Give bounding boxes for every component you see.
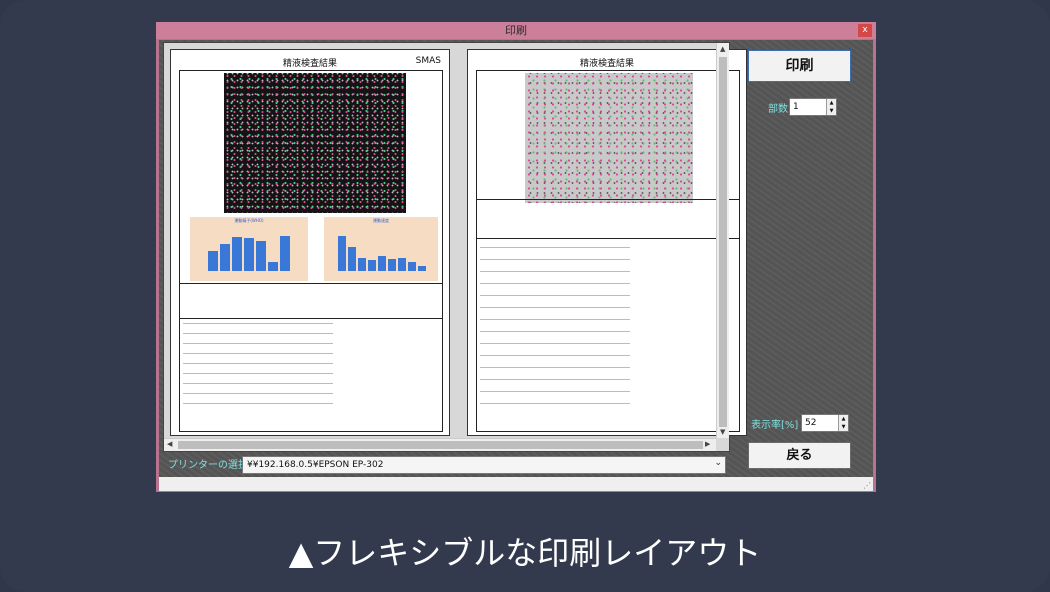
table-line: [480, 307, 630, 308]
info-table: [180, 283, 442, 319]
table-line: [183, 353, 333, 354]
copies-value: 1: [793, 102, 799, 112]
table-line: [183, 383, 333, 384]
chart-bar: [358, 258, 366, 271]
microscope-image: [224, 73, 406, 213]
table-line: [480, 355, 630, 356]
table-line: [480, 403, 630, 404]
close-button[interactable]: x: [858, 24, 872, 37]
chart-bar: [232, 237, 242, 271]
scroll-thumb[interactable]: [719, 57, 727, 427]
table-line: [183, 373, 333, 374]
title-bar: 印刷 x: [156, 22, 876, 39]
table-line: [480, 319, 630, 320]
scroll-left-icon[interactable]: ◀: [167, 440, 172, 448]
chart-bar: [220, 244, 230, 271]
chart-bar: [256, 241, 266, 271]
zoom-stepper[interactable]: 52 ▲ ▼: [801, 414, 849, 432]
scroll-down-icon[interactable]: ▼: [720, 428, 725, 436]
scroll-up-icon[interactable]: ▲: [720, 45, 725, 53]
chart-bar: [418, 266, 426, 271]
table-line: [183, 343, 333, 344]
printer-label: プリンターの選択: [168, 460, 248, 471]
chart-bar: [368, 260, 376, 271]
scroll-right-icon[interactable]: ▶: [705, 440, 710, 448]
preview-page-1: 精液検査結果 SMAS 運動精子(WHO) 運動速度: [170, 49, 450, 436]
back-button[interactable]: 戻る: [748, 442, 851, 469]
zoom-value: 52: [805, 418, 817, 428]
resize-grip-icon[interactable]: ⋰: [863, 481, 871, 490]
caption: ▲フレキシブルな印刷レイアウト: [288, 534, 762, 572]
table-line: [183, 333, 333, 334]
chart-title: 運動精子(WHO): [234, 218, 264, 223]
preview-page-2: 精液検査結果: [467, 49, 747, 436]
stepper-arrows-icon[interactable]: ▲ ▼: [826, 99, 836, 115]
chart-bar: [208, 251, 218, 271]
microscope-image: [525, 73, 693, 203]
report-frame: 運動精子(WHO) 運動速度: [179, 70, 443, 432]
info-table: [477, 199, 739, 239]
chart-bar: [280, 236, 290, 271]
chart-bar: [388, 259, 396, 271]
table-line: [183, 323, 333, 324]
window-title: 印刷: [505, 24, 527, 37]
table-line: [480, 391, 630, 392]
report-frame: [476, 70, 740, 432]
table-line: [480, 247, 630, 248]
dialog-client: 精液検査結果 SMAS 運動精子(WHO) 運動速度 精液検査結果 ▲ ▼ ◀ …: [159, 40, 873, 491]
speed-chart: 運動速度: [324, 217, 438, 281]
table-line: [480, 295, 630, 296]
table-line: [480, 331, 630, 332]
table-line: [480, 271, 630, 272]
chart-bar: [338, 236, 346, 271]
print-button[interactable]: 印刷: [748, 50, 851, 82]
vertical-scrollbar[interactable]: ▲ ▼: [716, 43, 729, 438]
copies-stepper[interactable]: 1 ▲ ▼: [789, 98, 837, 116]
chart-bar: [408, 262, 416, 271]
copies-label: 部数: [768, 104, 788, 115]
table-line: [183, 403, 333, 404]
printer-select[interactable]: ¥¥192.168.0.5¥EPSON EP-302 ⌄: [242, 456, 726, 474]
horizontal-scrollbar[interactable]: ◀ ▶: [164, 438, 716, 451]
chart-bar: [348, 247, 356, 271]
table-line: [480, 367, 630, 368]
page-tag: SMAS: [415, 56, 441, 66]
zoom-label: 表示率[%]: [751, 420, 799, 431]
chart-bar: [398, 258, 406, 271]
motility-chart: 運動精子(WHO): [190, 217, 308, 281]
table-line: [480, 379, 630, 380]
printer-value: ¥¥192.168.0.5¥EPSON EP-302: [247, 460, 384, 470]
table-line: [480, 259, 630, 260]
print-dialog: 印刷 x 精液検査結果 SMAS 運動精子(WHO) 運動速度 精液検査結果 ▲…: [156, 22, 876, 492]
table-line: [480, 283, 630, 284]
table-line: [480, 343, 630, 344]
scroll-thumb[interactable]: [178, 441, 703, 449]
page-title: 精液検査結果: [282, 59, 337, 69]
chevron-down-icon[interactable]: ⌄: [714, 458, 722, 468]
status-bar: ⋰: [159, 477, 873, 491]
table-line: [183, 393, 333, 394]
table-line: [183, 363, 333, 364]
stepper-arrows-icon[interactable]: ▲ ▼: [838, 415, 848, 431]
page-title: 精液検査結果: [579, 59, 634, 69]
chart-title: 運動速度: [373, 218, 389, 223]
chart-bar: [244, 238, 254, 271]
chart-bar: [378, 256, 386, 271]
chart-bar: [268, 262, 278, 271]
print-preview[interactable]: 精液検査結果 SMAS 運動精子(WHO) 運動速度 精液検査結果 ▲ ▼ ◀ …: [163, 42, 747, 452]
